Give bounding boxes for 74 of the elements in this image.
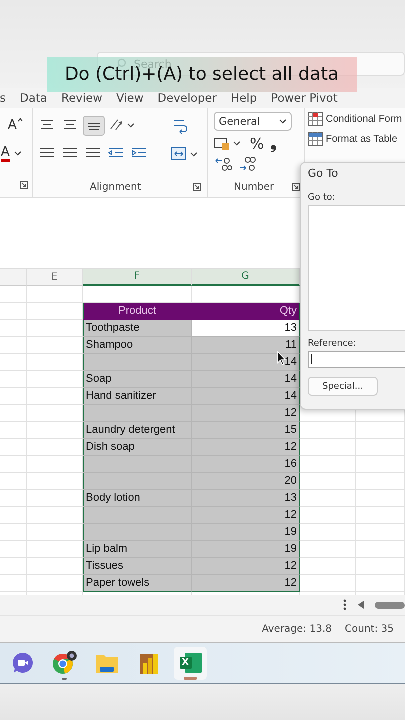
align-icon[interactable] <box>83 116 105 136</box>
table-cell: 14 <box>192 371 300 388</box>
increase-decimal-icon[interactable] <box>214 156 232 172</box>
table-cell: Tissues <box>83 558 192 575</box>
special-button[interactable]: Special... <box>308 377 378 396</box>
column-header[interactable]: E <box>27 269 83 286</box>
style-button[interactable]: Format as Table <box>308 132 405 146</box>
table-cell: Toothpaste <box>83 320 192 337</box>
table-cell: 13 <box>192 320 300 337</box>
number-format-dropdown[interactable]: General <box>214 112 292 131</box>
table-cell: 14 <box>192 388 300 405</box>
bar-chart-icon <box>138 651 158 675</box>
dialog-title: Go To <box>308 167 340 180</box>
video-call-icon <box>12 652 34 674</box>
table-cell: 12 <box>192 405 300 422</box>
table-header-cell: Product <box>83 303 192 320</box>
style-button[interactable]: Conditional Form <box>308 112 405 126</box>
menu-tab[interactable]: Review <box>61 91 102 105</box>
browser-icon <box>52 650 78 676</box>
field-label: Reference: <box>308 339 358 349</box>
comma-style-button[interactable]: ❟ <box>270 134 276 153</box>
table-cell: Body lotion <box>83 490 192 507</box>
table-cell: Paper towels <box>83 575 192 592</box>
group-label: Alignment <box>90 182 142 193</box>
reference-field[interactable] <box>308 351 405 368</box>
dialog-launcher-icon[interactable] <box>292 183 300 191</box>
table-cell: 20 <box>192 473 300 490</box>
scrollbar-thumb[interactable] <box>375 602 405 608</box>
menu-tab[interactable]: Help <box>230 91 258 105</box>
table-cell: 12 <box>192 439 300 456</box>
table-cell: 16 <box>192 456 300 473</box>
folder-icon <box>94 652 118 674</box>
chevron-down-icon <box>14 151 22 157</box>
table-header-cell: Qty <box>192 303 300 320</box>
menu-tab[interactable]: s <box>0 91 6 105</box>
column-header[interactable]: G <box>192 269 300 286</box>
mouse-pointer-icon <box>277 351 287 366</box>
highlighted-grid-icon <box>308 112 323 126</box>
more-options-icon[interactable] <box>343 599 347 611</box>
table-cell: 11 <box>192 337 300 354</box>
font-color-button[interactable]: A <box>1 146 22 162</box>
menu-tab[interactable]: Developer <box>158 91 217 105</box>
group-label: Number <box>234 182 274 193</box>
table-cell: Soap <box>83 371 192 388</box>
taskbar-button[interactable]: X <box>174 646 207 680</box>
column-header[interactable]: F <box>83 269 192 286</box>
table-cell: Shampoo <box>83 337 192 354</box>
chevron-down-icon <box>279 118 287 124</box>
table-cell: 13 <box>192 490 300 507</box>
menu-tab[interactable]: Power Pivot <box>271 91 338 105</box>
grow-font-button[interactable]: A <box>8 118 23 133</box>
table-cell: 12 <box>192 507 300 524</box>
decrease-decimal-icon[interactable] <box>238 156 256 172</box>
dialog-launcher-icon[interactable] <box>193 183 201 191</box>
table-cell: 15 <box>192 422 300 439</box>
table-cell: 19 <box>192 541 300 558</box>
status-text: Average: 13.8 <box>262 624 332 634</box>
table-cell: 19 <box>192 524 300 541</box>
menu-tab[interactable]: View <box>116 91 144 105</box>
caret-up-icon <box>18 118 23 122</box>
table-cell: Dish soap <box>83 439 192 456</box>
table-cell: 12 <box>192 575 300 592</box>
scroll-left-icon[interactable] <box>357 600 365 610</box>
table-cell: Laundry detergent <box>83 422 192 439</box>
table-grid-icon <box>308 132 323 146</box>
menu-tab[interactable]: Data <box>20 91 48 105</box>
dialog-launcher-icon[interactable] <box>20 181 28 189</box>
table-cell: Hand sanitizer <box>83 388 192 405</box>
table-cell: 14 <box>192 354 300 371</box>
status-text: Count: 35 <box>345 624 394 634</box>
percent-button[interactable]: % <box>250 134 264 152</box>
table-cell: 12 <box>192 558 300 575</box>
table-cell: Lip balm <box>83 541 192 558</box>
field-label: Go to: <box>308 193 336 203</box>
